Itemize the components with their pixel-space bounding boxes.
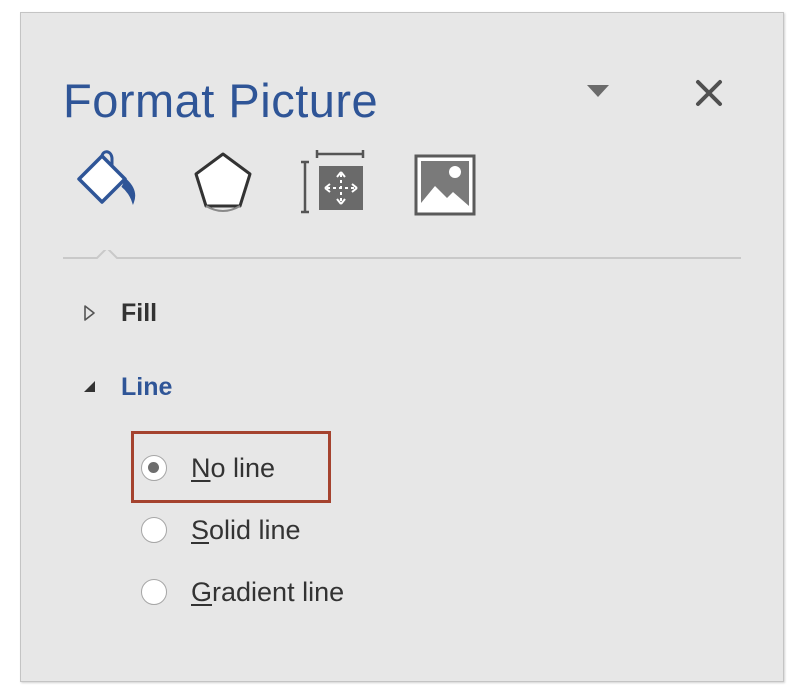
size-and-properties-icon: [301, 150, 365, 214]
gradient-line-option[interactable]: Gradient line: [141, 572, 344, 612]
solid-line-label: Solid line: [191, 514, 301, 545]
pane-title: Format Picture: [63, 74, 379, 127]
no-line-radio[interactable]: [141, 455, 167, 481]
tab-fill-line[interactable]: [71, 148, 141, 224]
task-pane-options-button[interactable]: [581, 76, 615, 104]
close-button[interactable]: [689, 73, 729, 113]
effects-pentagon-icon: [194, 152, 252, 212]
close-icon: [696, 80, 722, 106]
solid-line-radio[interactable]: [141, 517, 167, 543]
no-line-option[interactable]: No line: [141, 448, 275, 488]
no-line-label: No line: [191, 452, 276, 483]
fill-and-line-icon: [77, 150, 136, 205]
collapse-triangle-icon: [84, 381, 95, 392]
picture-icon: [414, 154, 476, 216]
tab-picture[interactable]: [411, 148, 481, 224]
gradient-line-radio[interactable]: [141, 579, 167, 605]
expand-triangle-icon: [84, 305, 95, 321]
format-picture-pane: Format Picture Fill Line No line Solid l…: [20, 12, 784, 682]
tab-size-properties[interactable]: [299, 148, 369, 224]
section-line-label: Line: [121, 372, 173, 401]
section-fill-header[interactable]: Fill: [81, 295, 157, 331]
section-fill-label: Fill: [121, 298, 158, 327]
gradient-line-label: Gradient line: [191, 576, 345, 607]
triangle-down-icon: [587, 85, 609, 97]
tab-effects[interactable]: [188, 148, 258, 224]
section-line-header[interactable]: Line: [81, 369, 172, 405]
solid-line-option[interactable]: Solid line: [141, 510, 301, 550]
tab-divider: [63, 250, 741, 259]
